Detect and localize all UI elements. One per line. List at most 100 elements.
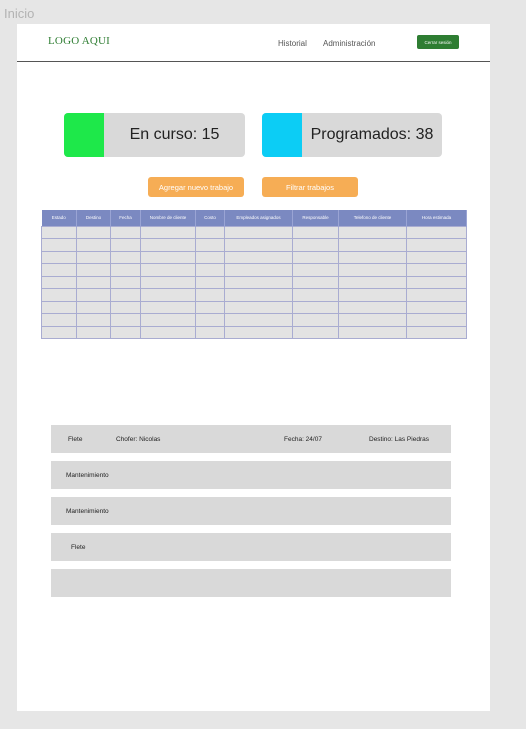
table-cell[interactable]: [195, 250, 225, 264]
table-cell[interactable]: [224, 225, 293, 239]
table-cell[interactable]: [110, 288, 141, 302]
table-cell[interactable]: [406, 313, 467, 327]
table-cell[interactable]: [224, 313, 293, 327]
table-cell[interactable]: [76, 288, 111, 302]
table-cell[interactable]: [41, 313, 77, 327]
table-cell[interactable]: [140, 275, 196, 289]
table-cell[interactable]: [224, 275, 293, 289]
table-cell[interactable]: [224, 263, 293, 277]
table-cell[interactable]: [110, 275, 141, 289]
table-cell[interactable]: [140, 225, 196, 239]
logo[interactable]: LOGO AQUI: [48, 35, 110, 47]
table-cell[interactable]: [76, 263, 111, 277]
column-header[interactable]: Estado: [41, 210, 77, 226]
table-cell[interactable]: [41, 288, 77, 302]
table-cell[interactable]: [140, 250, 196, 264]
table-cell[interactable]: [110, 263, 141, 277]
job-card[interactable]: Flete: [51, 533, 451, 561]
table-cell[interactable]: [76, 238, 111, 252]
table-row[interactable]: [41, 313, 467, 327]
table-cell[interactable]: [224, 238, 293, 252]
table-cell[interactable]: [195, 288, 225, 302]
column-header[interactable]: Responsable: [292, 210, 339, 226]
table-cell[interactable]: [292, 250, 339, 264]
table-cell[interactable]: [140, 238, 196, 252]
table-row[interactable]: [41, 288, 467, 302]
table-cell[interactable]: [406, 250, 467, 264]
table-row[interactable]: [41, 238, 467, 252]
table-cell[interactable]: [292, 275, 339, 289]
column-header[interactable]: Nombre de cliente: [140, 210, 196, 226]
table-cell[interactable]: [292, 263, 339, 277]
table-cell[interactable]: [338, 225, 407, 239]
table-row[interactable]: [41, 250, 467, 264]
table-cell[interactable]: [338, 250, 407, 264]
job-card[interactable]: Flete Chofer: Nicolas Fecha: 24/07 Desti…: [51, 425, 451, 453]
table-cell[interactable]: [292, 300, 339, 314]
table-cell[interactable]: [110, 225, 141, 239]
table-cell[interactable]: [292, 288, 339, 302]
table-cell[interactable]: [140, 325, 196, 339]
table-row[interactable]: [41, 263, 467, 277]
table-cell[interactable]: [406, 300, 467, 314]
job-card[interactable]: Mantenimiento: [51, 497, 451, 525]
table-cell[interactable]: [41, 263, 77, 277]
table-cell[interactable]: [110, 250, 141, 264]
table-cell[interactable]: [292, 225, 339, 239]
table-cell[interactable]: [76, 325, 111, 339]
table-cell[interactable]: [110, 300, 141, 314]
table-cell[interactable]: [292, 238, 339, 252]
column-header[interactable]: Costo: [195, 210, 225, 226]
table-row[interactable]: [41, 325, 467, 339]
column-header[interactable]: Destino: [76, 210, 111, 226]
table-cell[interactable]: [224, 300, 293, 314]
table-cell[interactable]: [338, 313, 407, 327]
table-cell[interactable]: [41, 275, 77, 289]
table-cell[interactable]: [195, 225, 225, 239]
table-cell[interactable]: [140, 288, 196, 302]
table-cell[interactable]: [76, 313, 111, 327]
table-cell[interactable]: [41, 325, 77, 339]
table-cell[interactable]: [406, 238, 467, 252]
table-cell[interactable]: [224, 288, 293, 302]
table-cell[interactable]: [338, 263, 407, 277]
table-cell[interactable]: [110, 238, 141, 252]
table-cell[interactable]: [406, 225, 467, 239]
table-row[interactable]: [41, 225, 467, 239]
table-cell[interactable]: [41, 250, 77, 264]
table-cell[interactable]: [406, 325, 467, 339]
table-cell[interactable]: [338, 325, 407, 339]
table-cell[interactable]: [338, 275, 407, 289]
table-cell[interactable]: [406, 263, 467, 277]
table-cell[interactable]: [41, 225, 77, 239]
table-row[interactable]: [41, 300, 467, 314]
table-cell[interactable]: [110, 313, 141, 327]
table-cell[interactable]: [338, 288, 407, 302]
column-header[interactable]: Telefono de cliente: [338, 210, 407, 226]
column-header[interactable]: Hora estimada: [406, 210, 467, 226]
table-cell[interactable]: [406, 288, 467, 302]
table-cell[interactable]: [224, 325, 293, 339]
table-cell[interactable]: [195, 300, 225, 314]
table-cell[interactable]: [195, 325, 225, 339]
table-cell[interactable]: [406, 275, 467, 289]
nav-administracion-link[interactable]: Administración: [323, 39, 375, 48]
column-header[interactable]: Empleados asignados: [224, 210, 293, 226]
table-cell[interactable]: [140, 313, 196, 327]
table-cell[interactable]: [41, 300, 77, 314]
nav-historial-link[interactable]: Historial: [278, 39, 307, 48]
job-card[interactable]: [51, 569, 451, 597]
table-cell[interactable]: [292, 313, 339, 327]
logout-button[interactable]: Cerrar sesión: [417, 35, 459, 49]
table-row[interactable]: [41, 275, 467, 289]
column-header[interactable]: Fecha: [110, 210, 141, 226]
table-cell[interactable]: [76, 300, 111, 314]
add-job-button[interactable]: Agregar nuevo trabajo: [148, 177, 244, 197]
table-cell[interactable]: [76, 225, 111, 239]
table-cell[interactable]: [224, 250, 293, 264]
table-cell[interactable]: [338, 300, 407, 314]
table-cell[interactable]: [76, 275, 111, 289]
table-cell[interactable]: [140, 300, 196, 314]
table-cell[interactable]: [195, 238, 225, 252]
table-cell[interactable]: [195, 263, 225, 277]
